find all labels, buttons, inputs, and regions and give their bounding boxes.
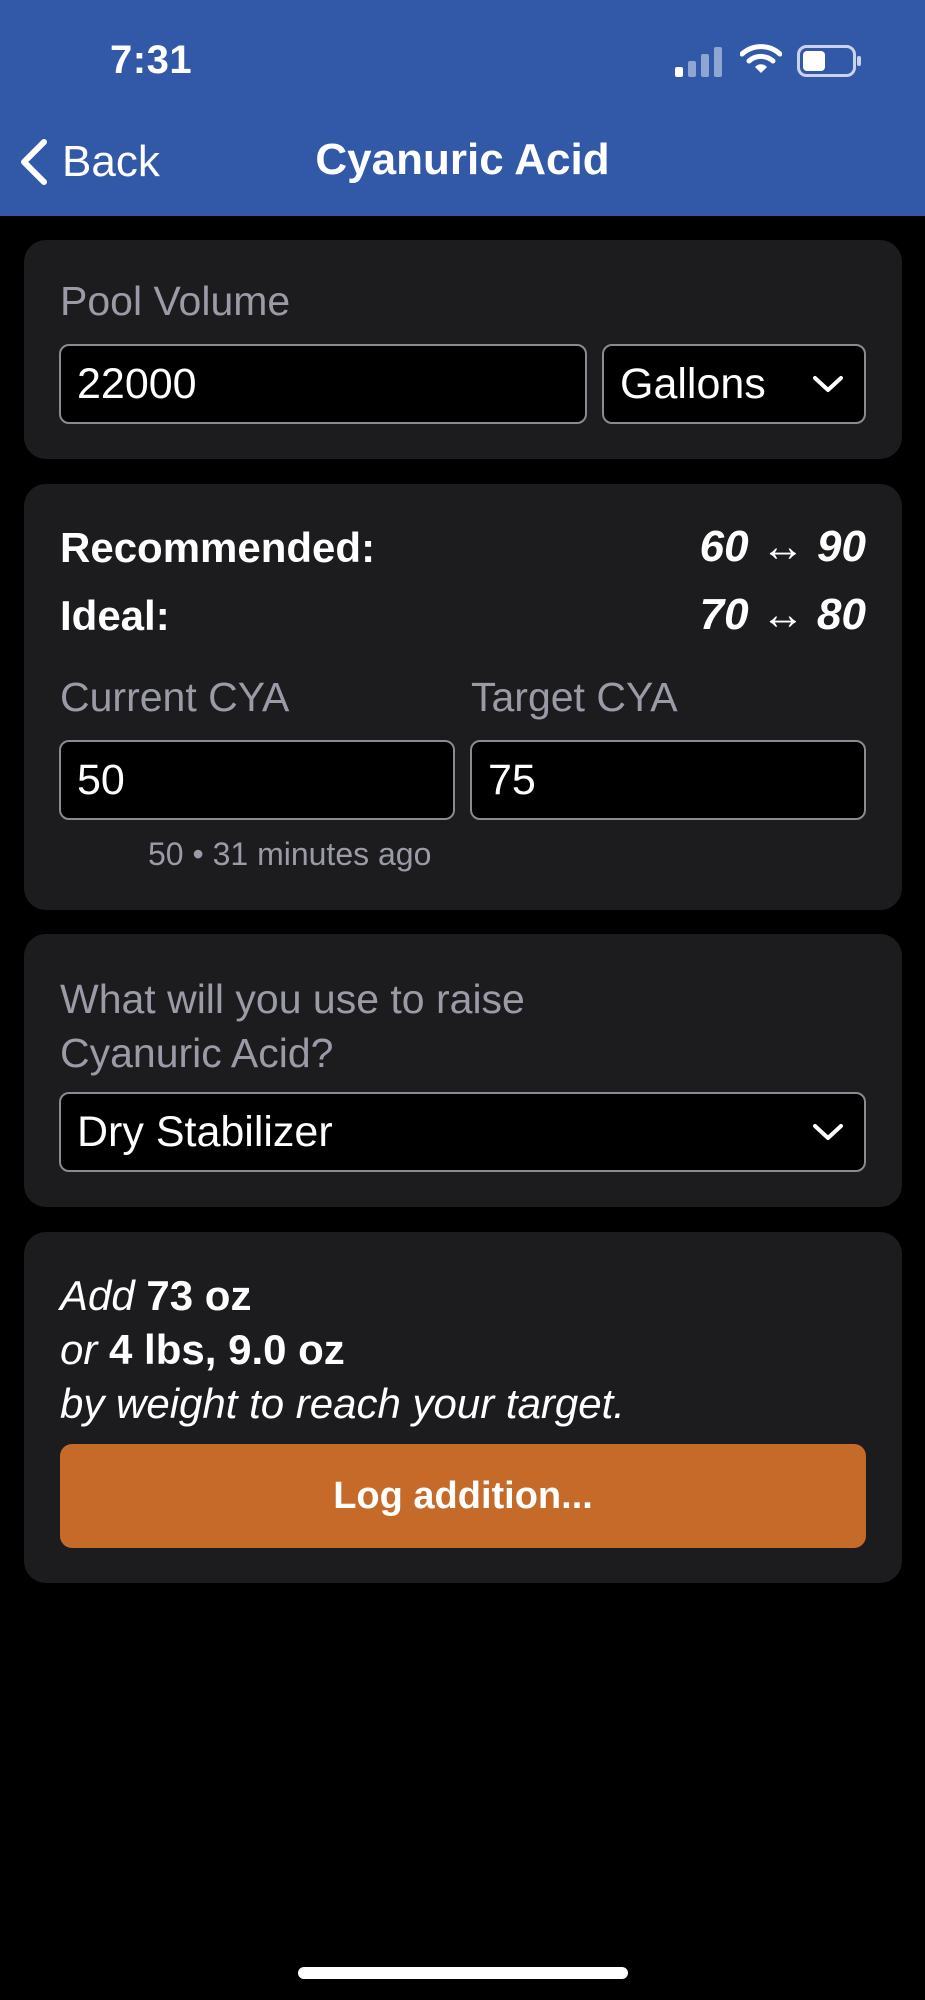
cellular-signal-icon [675,45,723,77]
chemical-card: What will you use to raise Cyanuric Acid… [24,934,902,1207]
battery-icon [797,45,861,77]
ideal-label: Ideal: [60,592,170,639]
status-time: 7:31 [110,38,193,82]
add-word: Add [60,1272,135,1319]
amount-oz: 73 oz [146,1272,252,1319]
last-reading-link[interactable]: 50 • 31 minutes ago [148,836,431,873]
cya-card: Recommended: 60 ↔ 90 Ideal: 70 ↔ 80 Curr… [24,484,902,910]
log-addition-button[interactable]: Log addition... [60,1444,866,1548]
current-cya-label: Current CYA [60,674,290,720]
chemical-question: What will you use to raise Cyanuric Acid… [60,976,525,1076]
ideal-range: 70 ↔ 80 [699,590,866,639]
target-cya-input[interactable]: 75 [470,740,866,820]
pool-volume-card: Pool Volume 22000 Gallons [24,240,902,459]
pool-volume-input[interactable]: 22000 [59,344,587,424]
chemical-selected-value: Dry Stabilizer [77,1107,333,1156]
volume-unit-select[interactable]: Gallons [602,344,866,424]
current-cya-input[interactable]: 50 [59,740,455,820]
result-card: Add 73 oz or 4 lbs, 9.0 oz by weight to … [24,1232,902,1583]
page-title: Cyanuric Acid [315,135,610,184]
result-suffix-text: by weight to reach your target. [60,1380,625,1427]
recommended-range: 60 ↔ 90 [699,522,866,571]
or-word: or [60,1326,98,1373]
home-indicator [298,1967,628,1979]
amount-lbs: 4 lbs, 9.0 oz [109,1326,345,1373]
volume-unit-value: Gallons [620,359,766,408]
chevron-down-icon [813,376,843,392]
current-cya-value: 50 [77,755,125,804]
pool-volume-label: Pool Volume [60,278,291,324]
recommended-label: Recommended: [60,524,376,571]
chevron-down-icon [813,1124,843,1140]
nav-header: 7:31 Back Cyanuric Acid [0,0,925,216]
result-add-line: Add 73 oz [60,1272,251,1320]
pool-volume-value: 22000 [77,359,197,408]
chemical-select[interactable]: Dry Stabilizer [59,1092,866,1172]
target-cya-label: Target CYA [471,674,678,720]
result-suffix: by weight to reach your target. [60,1380,625,1428]
result-or-line: or 4 lbs, 9.0 oz [60,1326,345,1374]
wifi-icon [740,44,782,73]
target-cya-value: 75 [488,755,536,804]
